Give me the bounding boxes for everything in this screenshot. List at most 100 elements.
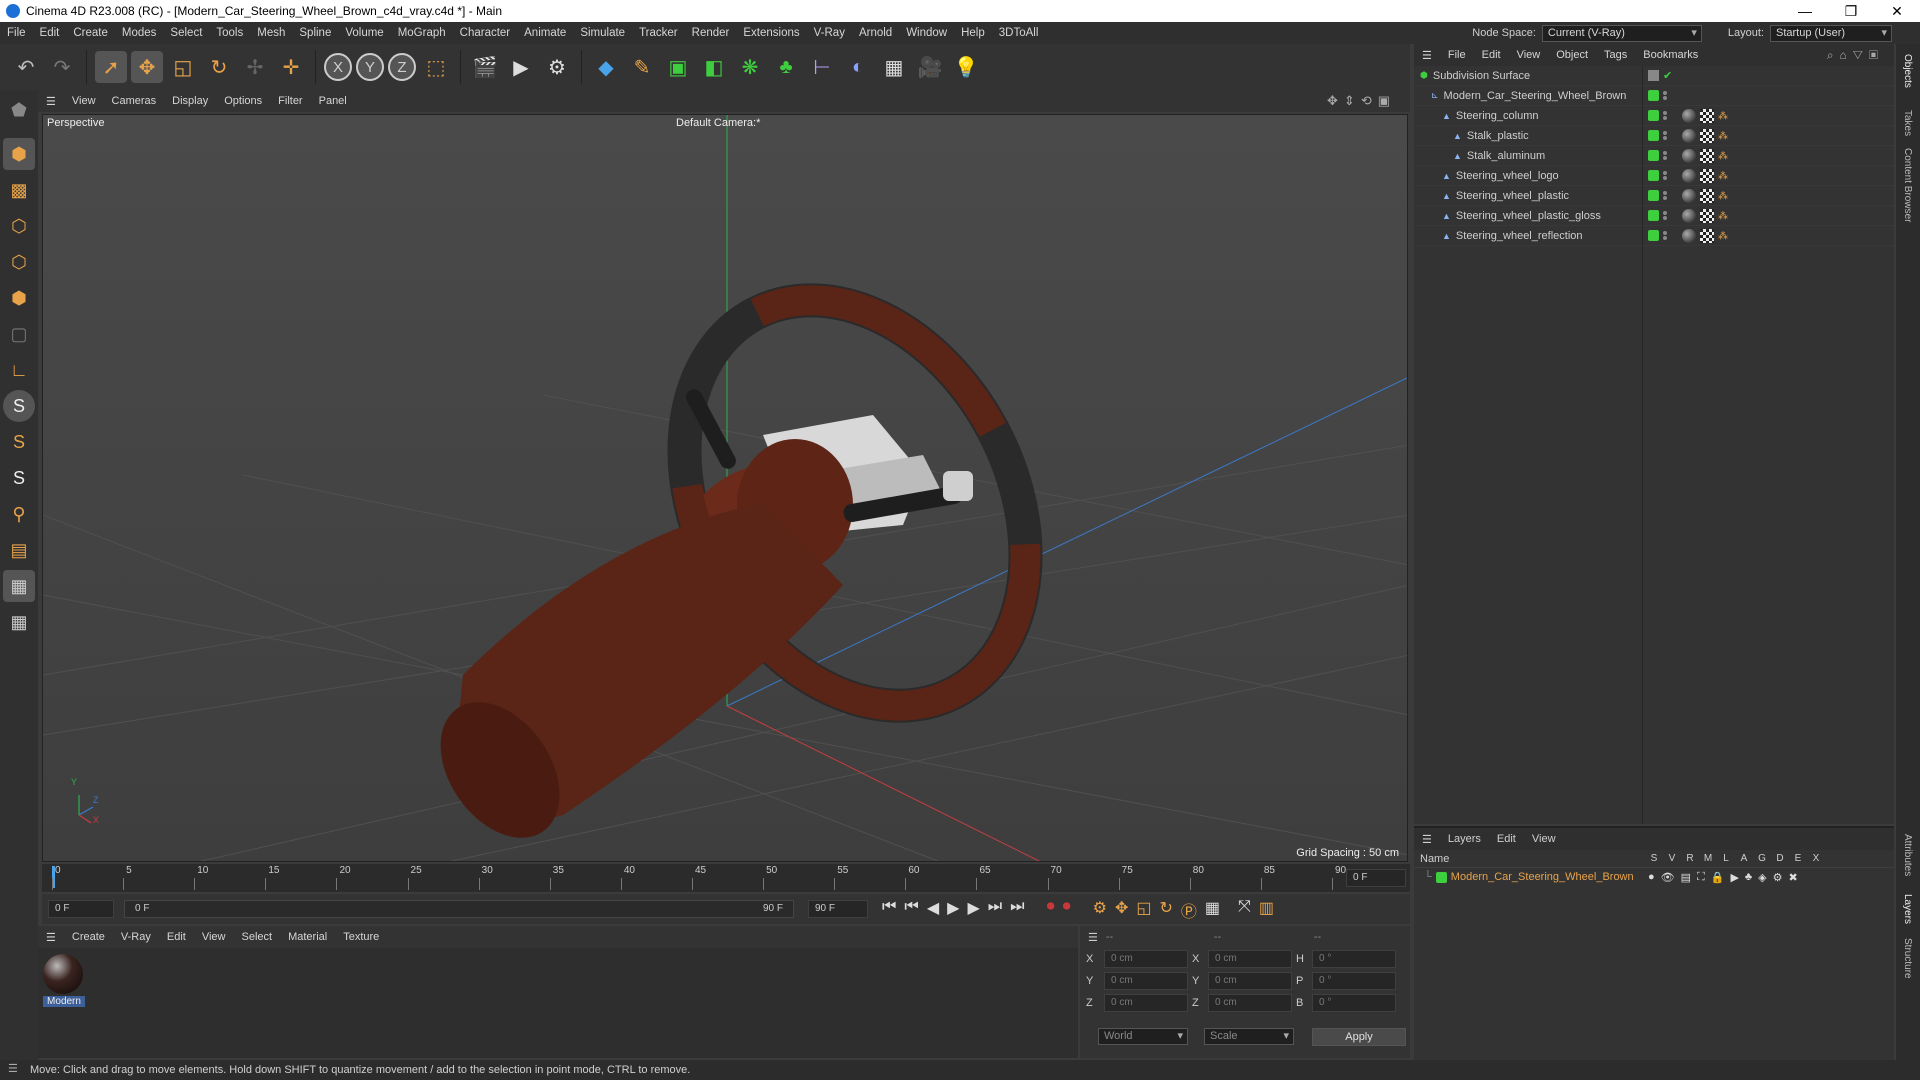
rot-value-field[interactable]: 0 °: [1312, 950, 1396, 968]
layer-solo-icon[interactable]: ●: [1648, 871, 1655, 884]
edge-mode-icon[interactable]: ⬡: [3, 246, 35, 278]
end-frame-field[interactable]: 90 F: [808, 900, 868, 918]
key-scale-icon[interactable]: ◱: [1136, 898, 1151, 922]
tab-layers[interactable]: Layers: [1902, 894, 1913, 924]
material-menu-edit[interactable]: Edit: [159, 931, 194, 943]
make-editable-icon[interactable]: ⬟: [3, 94, 35, 126]
locked-workplane-icon[interactable]: ▦: [3, 606, 35, 638]
coords-hamburger-icon[interactable]: ☰: [1080, 931, 1106, 944]
scale-tool-icon[interactable]: ◱: [167, 51, 199, 83]
layer-render-icon[interactable]: ▤: [1681, 871, 1691, 884]
axis-mode-icon[interactable]: ∟: [3, 354, 35, 386]
material-tag-icon[interactable]: [1682, 228, 1696, 243]
select-tool-icon[interactable]: ➚: [95, 51, 127, 83]
object-menu-object[interactable]: Object: [1548, 49, 1596, 61]
layer-colour-icon[interactable]: [1648, 210, 1659, 221]
viewport-menu-filter[interactable]: Filter: [270, 95, 310, 107]
snap-quantize-icon[interactable]: S: [3, 462, 35, 494]
object-hamburger-icon[interactable]: ☰: [1414, 49, 1440, 62]
menu-window[interactable]: Window: [899, 27, 954, 39]
autokey-icon[interactable]: ⏺: [1063, 898, 1071, 922]
coordinate-system-icon[interactable]: ⬚: [420, 51, 452, 83]
close-button[interactable]: ✕: [1874, 0, 1920, 22]
size-value-field[interactable]: 0 cm: [1208, 994, 1292, 1012]
material-tag-icon[interactable]: [1682, 148, 1696, 163]
phong-tag-icon[interactable]: ⁂: [1718, 191, 1728, 202]
visibility-dots-icon[interactable]: [1663, 171, 1667, 180]
layer-colour-swatch[interactable]: [1435, 871, 1447, 883]
layer-expression-icon[interactable]: ⚙: [1773, 871, 1783, 884]
object-row[interactable]: ▲ Steering_column ⁂: [1414, 106, 1894, 126]
size-value-field[interactable]: 0 cm: [1208, 972, 1292, 990]
layer-colour-icon[interactable]: [1648, 130, 1659, 141]
record-icon[interactable]: ⏺: [1047, 898, 1055, 922]
menu-character[interactable]: Character: [453, 27, 518, 39]
coord-size-mode-select[interactable]: Scale: [1204, 1028, 1294, 1045]
subdivision-icon[interactable]: ▣: [662, 51, 694, 83]
menu-mograph[interactable]: MoGraph: [391, 27, 453, 39]
object-menu-file[interactable]: File: [1440, 49, 1474, 61]
polygon-mode-icon[interactable]: ⬢: [3, 282, 35, 314]
viewport-menu-cameras[interactable]: Cameras: [104, 95, 165, 107]
object-row[interactable]: ⊾ Modern_Car_Steering_Wheel_Brown: [1414, 86, 1894, 106]
layer-colour-icon[interactable]: [1648, 190, 1659, 201]
menu-help[interactable]: Help: [954, 27, 992, 39]
texture-mode-icon[interactable]: ▩: [3, 174, 35, 206]
visibility-dots-icon[interactable]: [1663, 211, 1667, 220]
object-row[interactable]: ▲ Steering_wheel_logo ⁂: [1414, 166, 1894, 186]
layer-colour-icon[interactable]: [1648, 170, 1659, 181]
viewport-menu-view[interactable]: View: [64, 95, 104, 107]
render-settings-icon[interactable]: ⚙: [541, 51, 573, 83]
visibility-dots-icon[interactable]: [1663, 231, 1667, 240]
z-axis-lock-icon[interactable]: Z: [388, 53, 416, 81]
phong-tag-icon[interactable]: ⁂: [1718, 151, 1728, 162]
next-frame-icon[interactable]: ▶: [967, 898, 979, 922]
uvw-tag-icon[interactable]: [1700, 128, 1714, 143]
layer-colour-icon[interactable]: [1648, 150, 1659, 161]
layer-colour-icon[interactable]: [1648, 110, 1659, 121]
phong-tag-icon[interactable]: ⁂: [1718, 211, 1728, 222]
rot-value-field[interactable]: 0 °: [1312, 994, 1396, 1012]
phong-tag-icon[interactable]: ⁂: [1718, 111, 1728, 122]
tab-takes[interactable]: Takes: [1902, 110, 1913, 136]
light-icon[interactable]: 💡: [950, 51, 982, 83]
object-row[interactable]: ▲ Stalk_aluminum ⁂: [1414, 146, 1894, 166]
menu-create[interactable]: Create: [66, 27, 115, 39]
key-rotation-icon[interactable]: ↻: [1159, 898, 1172, 922]
go-to-end-icon[interactable]: ⏭: [1010, 898, 1024, 922]
material-menu-create[interactable]: Create: [64, 931, 113, 943]
spline-pen-icon[interactable]: ✎: [626, 51, 658, 83]
layer-menu-edit[interactable]: Edit: [1489, 833, 1524, 845]
go-to-start-icon[interactable]: ⏮: [882, 898, 896, 922]
layer-visible-icon[interactable]: 👁: [1661, 871, 1675, 884]
layer-xref-icon[interactable]: ✖: [1788, 871, 1797, 884]
menu-volume[interactable]: Volume: [338, 27, 390, 39]
object-menu-view[interactable]: View: [1509, 49, 1549, 61]
x-axis-lock-icon[interactable]: X: [324, 53, 352, 81]
layer-deformer-icon[interactable]: ◈: [1758, 871, 1766, 884]
layer-manager-icon[interactable]: ⛶: [1697, 871, 1705, 884]
key-pla-icon[interactable]: ▦: [1205, 898, 1220, 922]
object-menu-tags[interactable]: Tags: [1596, 49, 1635, 61]
layer-generator-icon[interactable]: ♣: [1745, 871, 1752, 884]
material-tag-icon[interactable]: [1682, 128, 1696, 143]
layer-animation-icon[interactable]: ▶: [1730, 871, 1738, 884]
current-frame-field[interactable]: 0 F: [1346, 869, 1406, 887]
previous-frame-icon[interactable]: ◀: [927, 898, 939, 922]
menu-edit[interactable]: Edit: [33, 27, 67, 39]
keyframe-selection-icon[interactable]: ⚙: [1093, 898, 1107, 922]
menu-3dtoall[interactable]: 3DToAll: [992, 27, 1046, 39]
coord-mode-select[interactable]: World: [1098, 1028, 1188, 1045]
cloner-icon[interactable]: ❋: [734, 51, 766, 83]
object-menu-bookmarks[interactable]: Bookmarks: [1635, 49, 1706, 61]
workplane-icon[interactable]: ▤: [3, 534, 35, 566]
y-axis-lock-icon[interactable]: Y: [356, 53, 384, 81]
uvw-tag-icon[interactable]: [1700, 108, 1714, 123]
layer-row[interactable]: └ Modern_Car_Steering_Wheel_Brown ● 👁 ▤ …: [1414, 868, 1894, 886]
rot-value-field[interactable]: 0 °: [1312, 972, 1396, 990]
object-row[interactable]: ▲ Steering_wheel_plastic ⁂: [1414, 186, 1894, 206]
apply-button[interactable]: Apply: [1312, 1028, 1406, 1046]
material-menu-material[interactable]: Material: [280, 931, 335, 943]
next-key-icon[interactable]: ⏭: [988, 898, 1002, 922]
uv-mode-icon[interactable]: ▢: [3, 318, 35, 350]
